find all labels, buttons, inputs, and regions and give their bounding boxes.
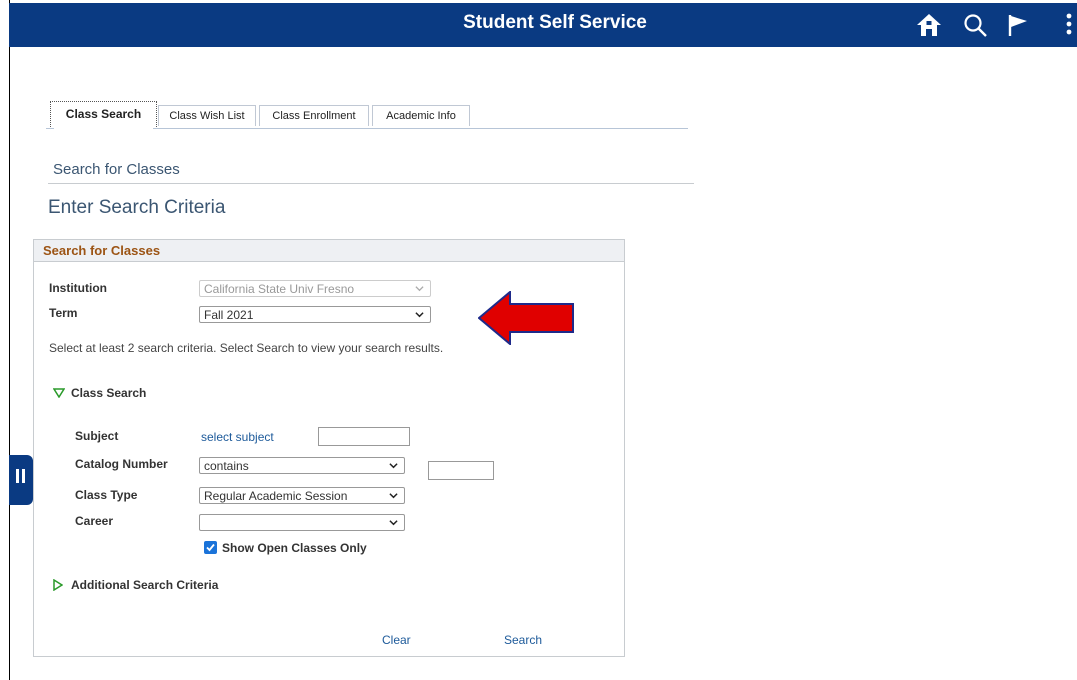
class-type-select[interactable]: Regular Academic Session — [199, 487, 405, 504]
chevron-down-icon — [415, 286, 424, 292]
class-search-section-label: Class Search — [71, 386, 147, 400]
catalog-number-input[interactable] — [428, 461, 494, 480]
tab-bar: Class Search Class Wish List Class Enrol… — [46, 99, 688, 129]
expanded-triangle-icon — [53, 388, 65, 398]
chevron-down-icon — [389, 463, 398, 469]
title-divider — [48, 183, 694, 184]
search-button[interactable]: Search — [504, 633, 542, 647]
side-panel-toggle[interactable] — [9, 455, 33, 505]
catalog-operator-value: contains — [204, 459, 249, 473]
kebab-menu-icon[interactable] — [1061, 11, 1077, 39]
chevron-down-icon — [389, 493, 398, 499]
search-box-title: Search for Classes — [43, 243, 161, 258]
collapsed-triangle-icon — [53, 579, 63, 591]
chevron-down-icon — [389, 520, 398, 526]
search-box-header: Search for Classes — [34, 240, 624, 262]
term-label: Term — [49, 306, 78, 320]
search-icon[interactable] — [961, 11, 991, 39]
subject-input[interactable] — [318, 427, 410, 446]
tab-academic-info[interactable]: Academic Info — [372, 105, 470, 126]
clear-button[interactable]: Clear — [382, 633, 411, 647]
tab-class-wish-list-label: Class Wish List — [169, 110, 245, 122]
tab-class-wish-list[interactable]: Class Wish List — [158, 105, 256, 126]
additional-criteria-label: Additional Search Criteria — [71, 578, 219, 592]
page-title: Search for Classes — [53, 161, 180, 178]
tab-class-enrollment[interactable]: Class Enrollment — [259, 105, 369, 126]
institution-label: Institution — [49, 281, 107, 295]
career-select[interactable] — [199, 514, 405, 531]
tab-class-enrollment-label: Class Enrollment — [272, 110, 356, 122]
tab-academic-info-label: Academic Info — [386, 110, 456, 122]
career-label: Career — [75, 514, 114, 528]
home-icon[interactable] — [914, 11, 944, 39]
term-value: Fall 2021 — [204, 308, 254, 322]
class-type-label: Class Type — [75, 488, 138, 502]
institution-select: California State Univ Fresno — [199, 280, 431, 297]
search-instructions: Select at least 2 search criteria. Selec… — [49, 341, 444, 355]
tab-class-search[interactable]: Class Search — [50, 101, 157, 129]
catalog-number-label: Catalog Number — [75, 457, 168, 471]
chevron-down-icon — [415, 312, 424, 318]
show-open-classes-label: Show Open Classes Only — [222, 541, 367, 555]
section-title: Enter Search Criteria — [48, 197, 226, 218]
term-select[interactable]: Fall 2021 — [199, 306, 431, 323]
class-type-value: Regular Academic Session — [204, 489, 348, 503]
flag-icon[interactable] — [1003, 11, 1033, 39]
select-subject-link[interactable]: select subject — [201, 430, 274, 444]
pause-bar-icon — [16, 469, 19, 483]
catalog-operator-select[interactable]: contains — [199, 457, 405, 474]
tab-class-search-label: Class Search — [54, 102, 153, 129]
top-banner: Student Self Service — [9, 3, 1077, 47]
annotation-arrow-icon — [478, 291, 574, 345]
subject-label: Subject — [75, 429, 119, 443]
pause-bar-icon — [22, 469, 25, 483]
page-left-border — [9, 0, 10, 680]
institution-value: California State Univ Fresno — [204, 282, 355, 296]
checkbox-checked-icon — [204, 541, 217, 554]
